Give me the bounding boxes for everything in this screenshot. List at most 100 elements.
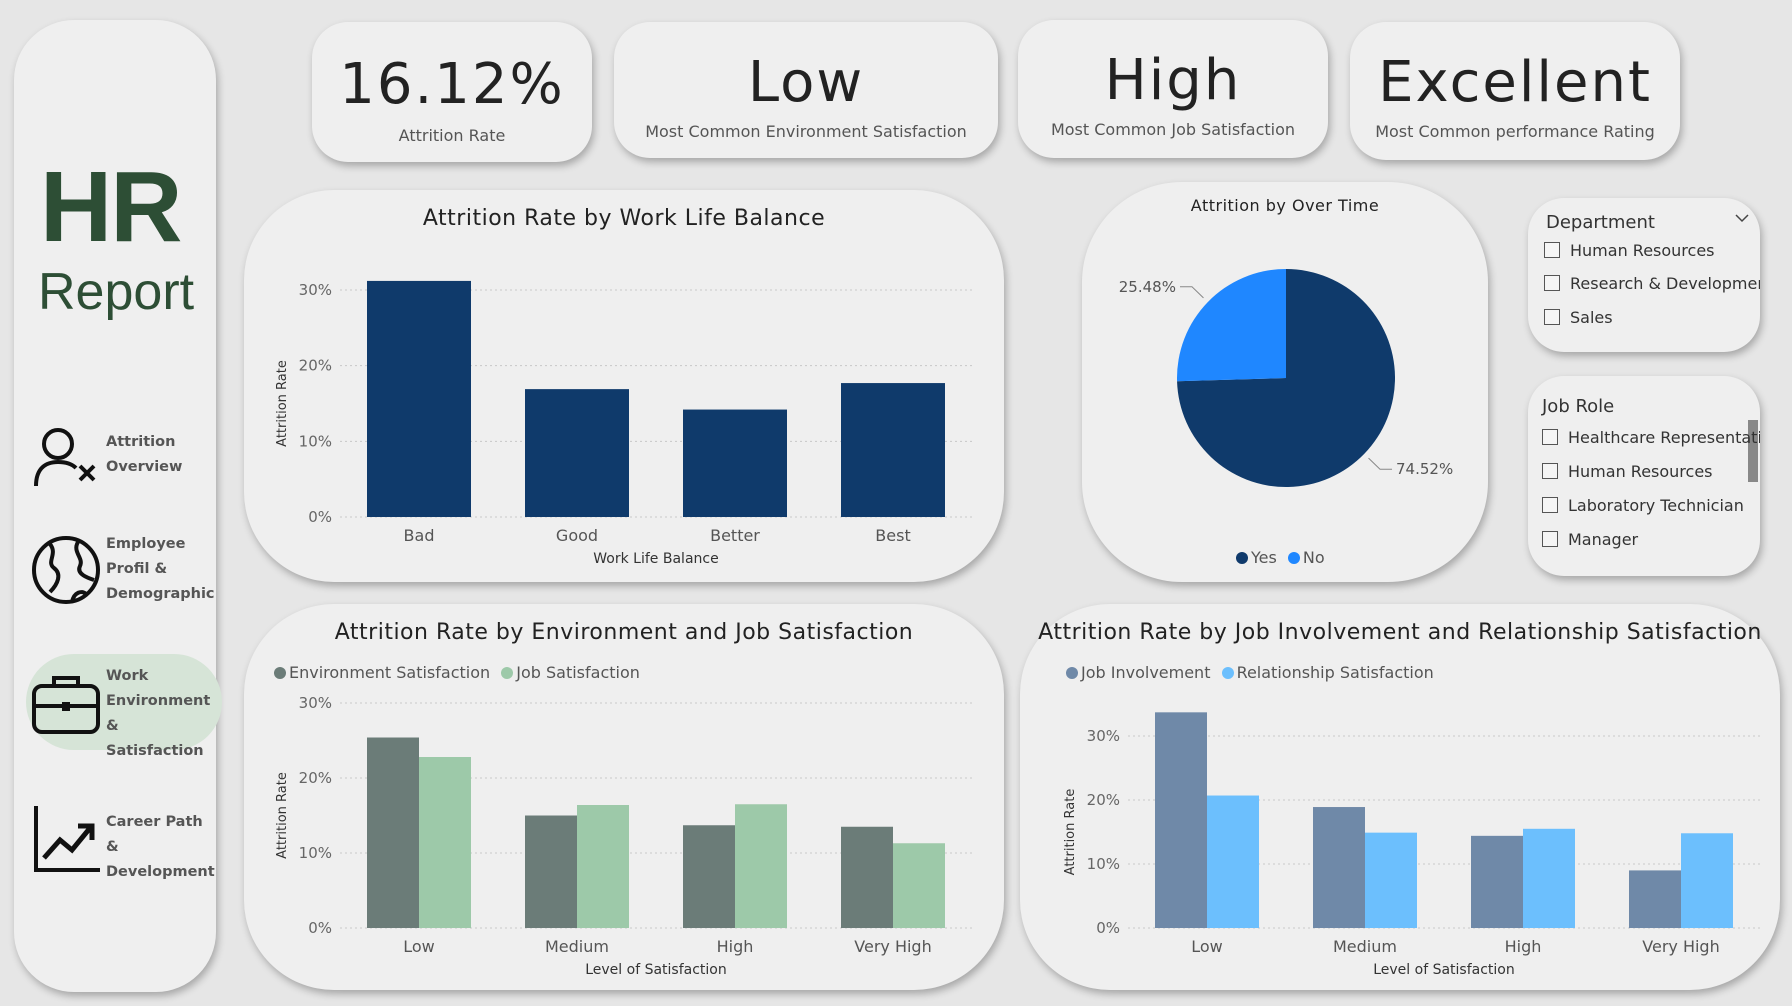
x-tick-label: Bad xyxy=(404,526,435,545)
pie-legend: Yes No xyxy=(1236,548,1325,567)
chart-involvement-relationship: 0% 10% 20% 30% Low Medium High Very High Level o… xyxy=(1063,712,1760,978)
slicer-option-human-resources[interactable]: Human Resources xyxy=(1542,462,1713,481)
checkbox[interactable] xyxy=(1544,242,1560,258)
kpi-value: High xyxy=(1104,48,1242,113)
bar xyxy=(1523,828,1575,928)
y-tick-label: 30% xyxy=(299,694,332,712)
x-tick-label: Low xyxy=(1191,937,1223,956)
checkbox[interactable] xyxy=(1544,275,1560,291)
y-tick-label: 10% xyxy=(1087,855,1120,873)
globe-icon xyxy=(32,536,100,604)
checkbox[interactable] xyxy=(1542,463,1558,479)
slicer-option-healthcare[interactable]: Healthcare Representati xyxy=(1542,428,1760,447)
x-tick-label: High xyxy=(1505,937,1542,956)
y-tick-label: 30% xyxy=(299,281,332,299)
slicer-option-lab-technician[interactable]: Laboratory Technician xyxy=(1542,496,1744,515)
y-axis-title: Attrition Rate xyxy=(275,772,290,859)
nav-label: Demographic xyxy=(106,586,215,602)
briefcase-icon xyxy=(32,676,100,734)
kpi-performance-rating: Excellent Most Common performance Rating xyxy=(1350,22,1680,160)
slicer-job-role: Job Role Healthcare Representati Human R… xyxy=(1528,376,1760,576)
y-tick-label: 0% xyxy=(1096,919,1120,937)
kpi-value: Low xyxy=(747,50,865,115)
nav-label: Work xyxy=(106,668,149,684)
nav-work-environment[interactable]: Work Environment & Satisfaction xyxy=(14,654,222,759)
chart-environment-job: 0% 10% 20% 30% Low Medium High Very High Level o… xyxy=(275,694,972,978)
bar xyxy=(683,825,735,928)
y-tick-label: 20% xyxy=(1087,791,1120,809)
bar xyxy=(367,280,471,517)
report-subtitle: Report xyxy=(38,263,195,321)
legend-swatch-yes xyxy=(1236,552,1248,564)
bar xyxy=(525,815,577,928)
bar xyxy=(841,383,945,517)
pie-slice xyxy=(1177,269,1286,382)
x-tick-label: Very High xyxy=(854,937,931,956)
y-tick-label: 0% xyxy=(308,508,332,526)
chevron-down-icon[interactable] xyxy=(1734,212,1750,224)
y-tick-label: 10% xyxy=(299,844,332,862)
kpi-value: 16.12% xyxy=(339,52,565,117)
nav-label: Career Path & xyxy=(106,814,203,855)
chart-work-life-balance: 0% 10% 20% 30% Bad Good Better Best Work Life Ba… xyxy=(275,280,972,567)
bar xyxy=(419,757,471,928)
person-remove-icon xyxy=(34,428,96,487)
slicer-department: Department Human Resources Research & De… xyxy=(1528,198,1760,352)
kpi-caption: Most Common performance Rating xyxy=(1375,122,1655,141)
x-tick-label: Very High xyxy=(1642,937,1719,956)
bar xyxy=(1155,712,1207,928)
pie-data-label: 74.52% xyxy=(1396,460,1453,478)
kpi-caption: Most Common Job Satisfaction xyxy=(1050,120,1296,139)
nav-employee-profile[interactable]: Employee Profil & Demographic xyxy=(14,522,216,618)
x-tick-label: Best xyxy=(875,526,910,545)
bar xyxy=(1471,835,1523,928)
nav-label: Profil & xyxy=(106,561,168,577)
option-label: Laboratory Technician xyxy=(1568,496,1744,515)
bar xyxy=(1681,833,1733,928)
checkbox[interactable] xyxy=(1542,497,1558,513)
bar xyxy=(525,389,629,517)
option-label: Research & Development xyxy=(1570,274,1760,293)
nav-label: Employee xyxy=(106,536,186,552)
checkbox[interactable] xyxy=(1544,309,1560,325)
y-tick-label: 0% xyxy=(308,919,332,937)
option-label: Human Resources xyxy=(1568,462,1713,481)
checkbox[interactable] xyxy=(1542,531,1558,547)
legend-label: Yes xyxy=(1251,548,1277,567)
x-tick-label: Medium xyxy=(545,937,609,956)
slicer-option-research-development[interactable]: Research & Development xyxy=(1544,274,1760,293)
bar xyxy=(577,805,629,928)
checkbox[interactable] xyxy=(1542,429,1558,445)
nav-label: Development xyxy=(106,864,215,880)
kpi-caption: Most Common Environment Satisfaction xyxy=(645,122,967,141)
y-axis-title: Attrition Rate xyxy=(275,360,290,447)
x-tick-label: Medium xyxy=(1333,937,1397,956)
bar xyxy=(1365,832,1417,928)
nav-attrition-overview[interactable]: Attrition Overview xyxy=(14,408,216,504)
chart-over-time-pie: 74.52% 25.48% xyxy=(1119,269,1453,487)
nav-label: Overview xyxy=(106,459,183,475)
chart-card-work-life-balance: Attrition Rate by Work Life Balance 0% 10… xyxy=(244,190,1004,582)
kpi-environment-satisfaction: Low Most Common Environment Satisfaction xyxy=(614,22,998,158)
option-label: Manager xyxy=(1568,530,1639,549)
slicer-option-human-resources[interactable]: Human Resources xyxy=(1544,241,1715,260)
kpi-job-satisfaction: High Most Common Job Satisfaction xyxy=(1018,20,1328,158)
y-tick-label: 30% xyxy=(1087,727,1120,745)
bar xyxy=(1629,870,1681,928)
slicer-option-manager[interactable]: Manager xyxy=(1542,530,1638,549)
nav-career-path[interactable]: Career Path & Development xyxy=(14,790,216,886)
slicer-title: Job Role xyxy=(1542,396,1615,417)
option-label: Sales xyxy=(1570,308,1613,327)
pie-data-label: 25.48% xyxy=(1119,278,1176,296)
y-tick-label: 10% xyxy=(299,432,332,450)
kpi-value: Excellent xyxy=(1378,50,1652,115)
option-label: Healthcare Representati xyxy=(1568,428,1760,447)
y-axis-title: Attrition Rate xyxy=(1063,789,1078,876)
chart-card-environment-job: Attrition Rate by Environment and Job Sa… xyxy=(244,604,1004,990)
bar xyxy=(367,737,419,928)
option-label: Human Resources xyxy=(1570,241,1715,260)
slicer-option-sales[interactable]: Sales xyxy=(1544,308,1613,327)
bar xyxy=(735,804,787,928)
pie-leader-line xyxy=(1368,457,1393,470)
chart-card-involvement-relationship: Attrition Rate by Job Involvement and Re… xyxy=(1020,604,1780,990)
